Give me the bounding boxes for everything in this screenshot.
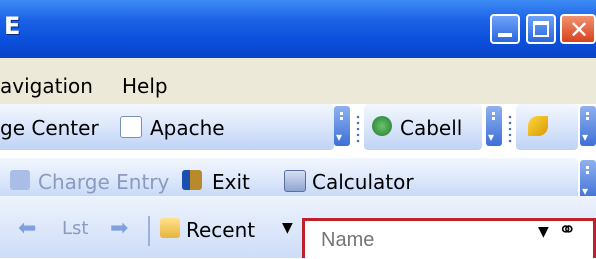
toolbar-overflow-grip[interactable] [486,106,502,146]
toolbar-item-apache[interactable]: Apache [150,116,225,140]
folder-icon [160,218,180,238]
arrow-icon [10,170,30,190]
chevron-down-icon[interactable]: ▼ [282,220,293,236]
toolbar-main: ge Center Apache [0,104,334,150]
close-button[interactable]: ✕ [560,14,596,44]
chevron-down-icon[interactable]: ▼ [538,224,549,240]
exit-door-icon [182,170,202,190]
toolbar-item-exit[interactable]: Exit [212,170,250,194]
document-icon [120,116,142,138]
forward-arrow-icon[interactable]: ➡ [110,216,128,241]
toolbar-item-calculator[interactable]: Calculator [312,170,414,194]
back-arrow-icon[interactable]: ⬅ [18,216,36,241]
minimize-button[interactable] [490,14,520,44]
toolbar-item-list[interactable]: Lst [62,218,88,239]
toolbar-separator [356,114,360,144]
recent-dropdown[interactable]: Recent [186,218,255,242]
toolbar-overflow-grip[interactable] [580,106,596,146]
name-search-input[interactable] [305,221,533,259]
toolbar-cabell: Cabell [364,104,482,150]
toolbar-keys [516,104,578,150]
globe-search-icon [372,116,392,136]
toolbar-item-charge-entry[interactable]: Charge Entry [38,170,169,194]
maximize-button[interactable] [526,14,556,44]
toolbar-overflow-grip[interactable] [334,106,350,146]
toolbar-item-cabell[interactable]: Cabell [400,116,462,140]
menu-help[interactable]: Help [122,74,168,98]
key-icon[interactable] [528,116,548,136]
maximize-icon [533,21,549,37]
menu-navigation[interactable]: avigation [0,74,93,98]
close-icon: ✕ [569,16,590,44]
binoculars-icon[interactable]: ⚭ [558,218,576,243]
title-bar: E ✕ [0,0,596,58]
toolbar-divider [148,216,150,246]
toolbar-overflow-grip[interactable] [580,160,596,200]
minimize-icon [498,33,512,37]
toolbar-separator [508,114,512,144]
toolbar-item-message-center[interactable]: ge Center [0,116,99,140]
window-title: E [4,12,21,40]
calculator-icon [284,170,306,192]
menu-bar: avigation Help [0,58,596,104]
